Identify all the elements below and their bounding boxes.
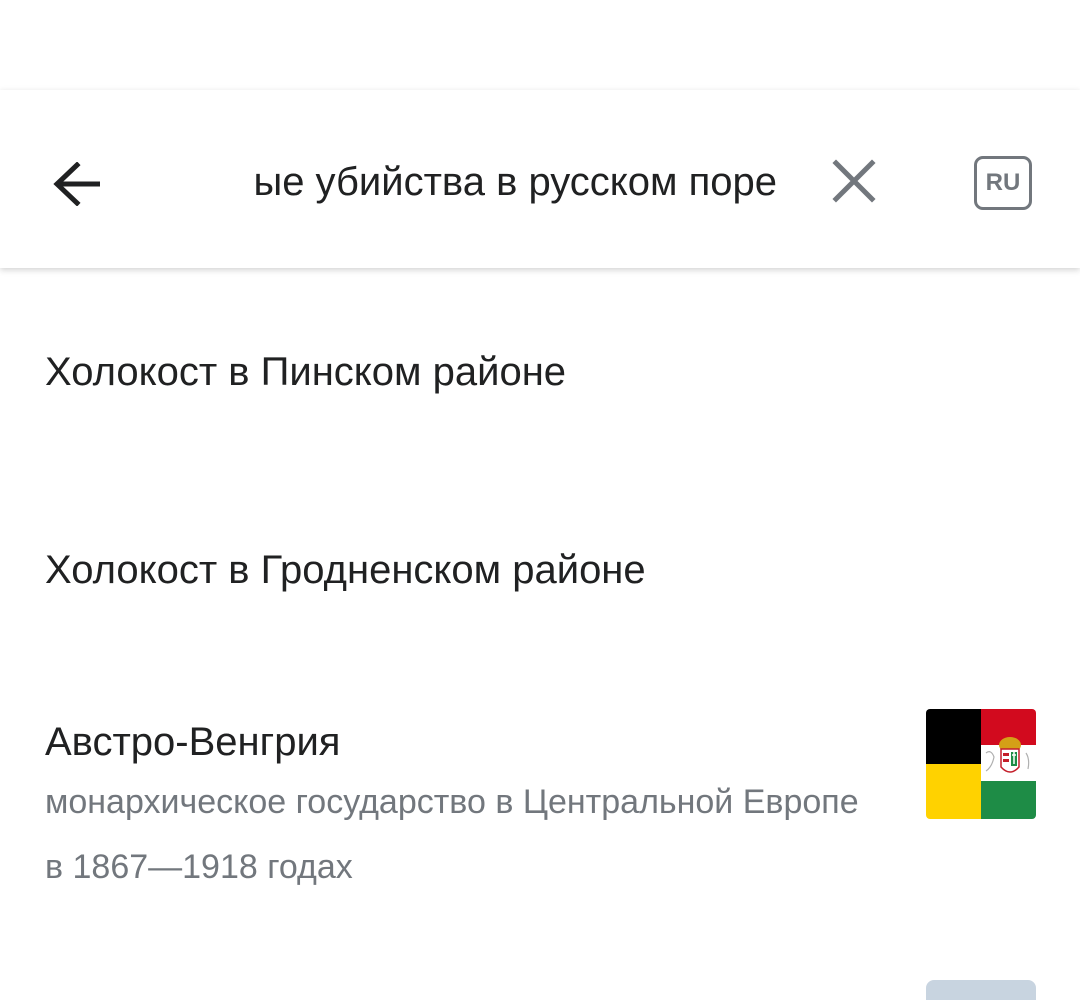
language-button[interactable]: RU <box>960 140 1046 226</box>
flag-image <box>926 709 1036 819</box>
search-input[interactable]: ые убийства в русском поре <box>197 150 777 214</box>
search-toolbar: ые убийства в русском поре RU <box>0 90 1080 268</box>
arrow-left-icon <box>53 162 100 206</box>
list-item[interactable]: Австро-Венгрия монархическое государство… <box>0 664 1080 964</box>
list-item[interactable]: Холокост в Гродненском районе <box>0 468 1080 664</box>
close-icon <box>832 159 876 203</box>
austria-hungary-flag-thumbnail <box>926 709 1036 819</box>
clear-search-button[interactable] <box>818 145 890 217</box>
list-item[interactable]: Холокост в Пинском районе <box>0 268 1080 468</box>
result-title: Холокост в Пинском районе <box>45 350 567 394</box>
language-label: RU <box>985 169 1021 196</box>
back-button[interactable] <box>36 142 120 226</box>
status-bar-area <box>0 0 1080 90</box>
search-query-text: ые убийства в русском поре <box>253 160 777 204</box>
language-badge: RU <box>974 156 1032 210</box>
result-title: Холокост в Гродненском районе <box>45 548 646 592</box>
result-title: Австро-Венгрия <box>45 720 341 764</box>
result-description: монархическое государство в Центральной … <box>45 783 859 886</box>
next-result-thumbnail <box>926 980 1036 1000</box>
